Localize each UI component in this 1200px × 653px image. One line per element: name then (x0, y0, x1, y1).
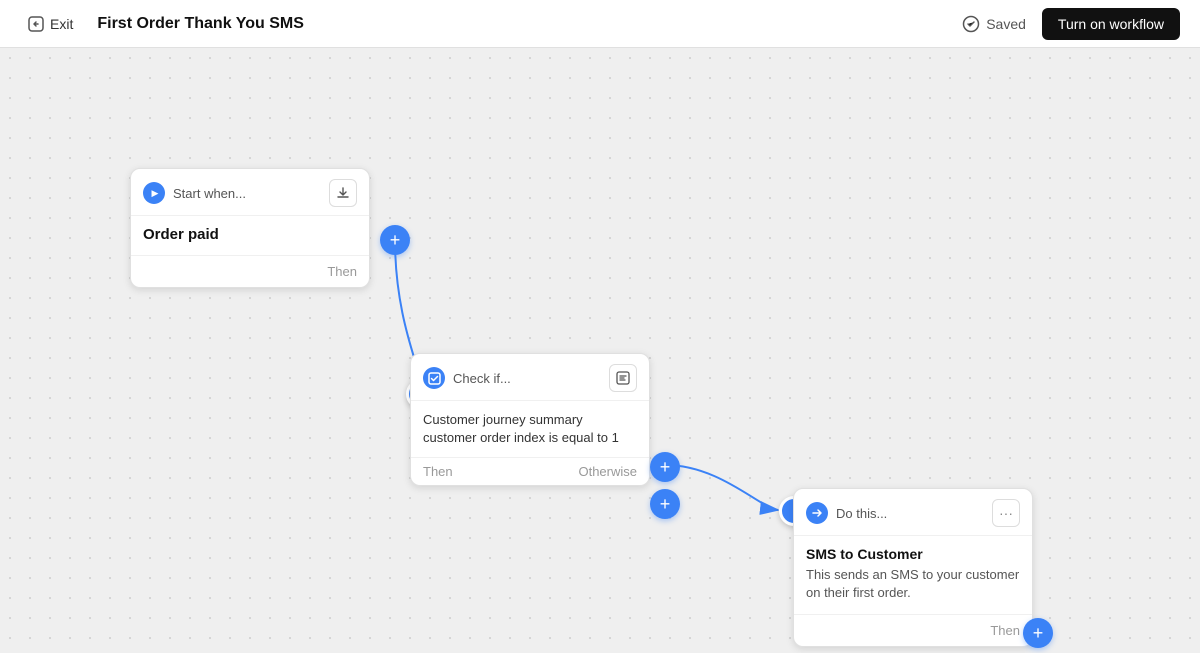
header-right: Saved Turn on workflow (962, 8, 1180, 40)
do-node-then-label: Then (990, 623, 1020, 638)
do-node-label: Do this... (836, 506, 887, 521)
header-left: Exit First Order Thank You SMS (20, 12, 304, 36)
start-node-then-label: Then (327, 264, 357, 279)
check-node: Check if... Customer journey summary cus… (410, 353, 650, 486)
check-then-label: Then (423, 464, 453, 479)
do-node: Do this... ··· SMS to Customer This send… (793, 488, 1033, 647)
check-otherwise-label: Otherwise (578, 464, 637, 479)
check-otherwise-item: Otherwise (578, 464, 637, 479)
exit-label: Exit (50, 16, 73, 32)
check-node-label: Check if... (453, 371, 511, 386)
do-node-header: Do this... ··· (794, 489, 1032, 536)
check-node-action-icon[interactable] (609, 364, 637, 392)
do-node-menu-icon[interactable]: ··· (992, 499, 1020, 527)
check-node-header: Check if... (411, 354, 649, 401)
play-icon: ▶ (143, 182, 165, 204)
do-node-sms-title: SMS to Customer (806, 546, 1020, 562)
check-node-condition: Customer journey summary customer order … (411, 401, 649, 457)
check-node-footer: Then Otherwise (411, 457, 649, 485)
do-icon (806, 502, 828, 524)
saved-icon (962, 15, 980, 33)
exit-button[interactable]: Exit (20, 12, 81, 36)
start-node-footer: Then (131, 255, 369, 287)
start-node-header: ▶ Start when... (131, 169, 369, 216)
saved-status: Saved (962, 15, 1026, 33)
turn-on-button[interactable]: Turn on workflow (1042, 8, 1180, 40)
exit-icon (28, 16, 44, 32)
add-after-check-then-button[interactable]: + (650, 452, 680, 482)
do-node-header-left: Do this... (806, 502, 887, 524)
do-node-sms-desc: This sends an SMS to your customer on th… (806, 566, 1020, 602)
add-after-start-button[interactable]: + (380, 225, 410, 255)
check-icon (423, 367, 445, 389)
start-node-download-icon[interactable] (329, 179, 357, 207)
check-node-header-left: Check if... (423, 367, 511, 389)
start-node-label: Start when... (173, 186, 246, 201)
saved-label: Saved (986, 16, 1026, 32)
start-node-body: Order paid (131, 216, 369, 255)
check-then-item: Then (423, 464, 453, 479)
do-node-body: SMS to Customer This sends an SMS to you… (794, 536, 1032, 614)
start-node: ▶ Start when... Order paid Then (130, 168, 370, 288)
add-after-check-otherwise-button[interactable]: + (650, 489, 680, 519)
page-title: First Order Thank You SMS (97, 15, 304, 33)
do-node-footer: Then (794, 614, 1032, 646)
app-header: Exit First Order Thank You SMS Saved Tur… (0, 0, 1200, 48)
workflow-canvas: ▶ Start when... Order paid Then + (0, 48, 1200, 653)
start-node-header-left: ▶ Start when... (143, 182, 246, 204)
start-node-body-title: Order paid (143, 226, 357, 243)
add-after-do-button[interactable]: + (1023, 618, 1053, 648)
